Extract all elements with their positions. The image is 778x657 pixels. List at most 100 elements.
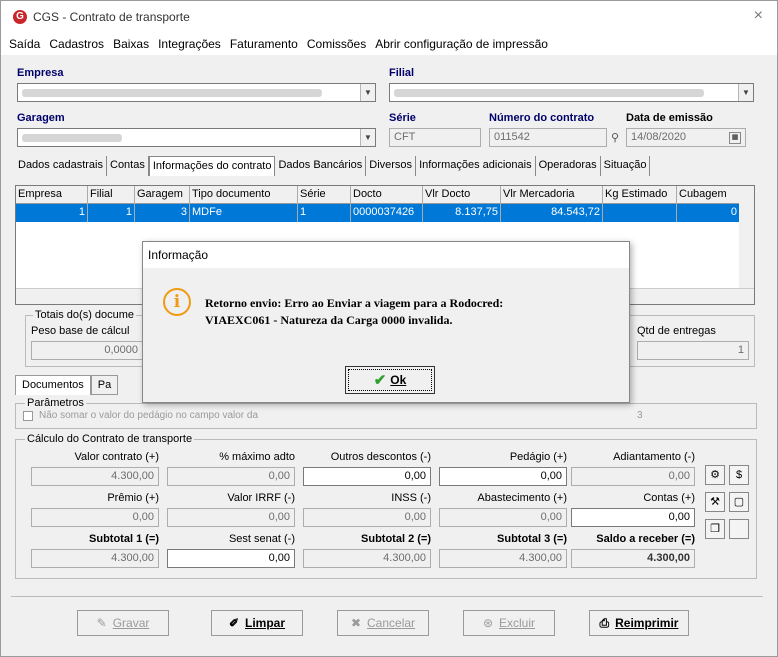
pedagio-field[interactable]: 0,00 — [439, 467, 567, 486]
reimprimir-button[interactable]: ⎙ Reimprimir — [589, 610, 689, 636]
main-window: G CGS - Contrato de transporte × Saída C… — [0, 0, 778, 657]
title-bar: G CGS - Contrato de transporte × — [1, 1, 777, 33]
tab-informacoes-contrato[interactable]: Informações do contrato — [148, 156, 276, 176]
chevron-down-icon[interactable]: ▼ — [738, 84, 753, 101]
menu-comissoes[interactable]: Comissões — [307, 37, 366, 51]
col-garagem[interactable]: Garagem — [135, 186, 190, 204]
vertical-scrollbar[interactable] — [739, 186, 754, 289]
tab-diversos[interactable]: Diversos — [366, 156, 417, 176]
cell-empresa: 1 — [16, 204, 88, 222]
empresa-select[interactable]: ▼ — [17, 83, 376, 102]
excluir-button[interactable]: ⊛ Excluir — [463, 610, 555, 636]
peso-base-label: Peso base de cálcul — [31, 325, 130, 337]
serie-field[interactable]: CFT — [389, 128, 481, 147]
outros-descontos-field[interactable]: 0,00 — [303, 467, 431, 486]
tab-contas[interactable]: Contas — [107, 156, 149, 176]
tab-documentos[interactable]: Documentos — [15, 375, 91, 395]
pedagio-label: Pedágio (+) — [509, 451, 567, 463]
tab-operadoras[interactable]: Operadoras — [536, 156, 601, 176]
calendar-icon[interactable]: ▦ — [729, 132, 741, 144]
tab-situacao[interactable]: Situação — [601, 156, 651, 176]
broom-icon: ✐ — [228, 616, 240, 630]
subtotal1-field[interactable]: 4.300,00 — [31, 549, 159, 568]
col-cubagem[interactable]: Cubagem — [677, 186, 740, 204]
col-filial[interactable]: Filial — [88, 186, 135, 204]
col-vlr-mercadoria[interactable]: Vlr Mercadoria — [501, 186, 603, 204]
tab-informacoes-adicionais[interactable]: Informações adicionais — [416, 156, 536, 176]
cell-vlr-mercadoria: 84.543,72 — [501, 204, 603, 222]
chevron-down-icon[interactable]: ▼ — [360, 129, 375, 146]
saldo-receber-field[interactable]: 4.300,00 — [571, 549, 695, 568]
tab-dados-bancarios[interactable]: Dados Bancários — [275, 156, 367, 176]
cell-tipo-documento: MDFe — [190, 204, 298, 222]
qtd-entregas-field[interactable]: 1 — [637, 341, 749, 360]
contas-field[interactable]: 0,00 — [571, 508, 695, 527]
menu-cadastros[interactable]: Cadastros — [49, 37, 104, 51]
cancelar-button[interactable]: ✖ Cancelar — [337, 610, 429, 636]
limpar-button[interactable]: ✐ Limpar — [211, 610, 303, 636]
copy-icon[interactable]: ❐ — [705, 519, 725, 539]
cell-filial: 1 — [88, 204, 135, 222]
maximo-adto-field[interactable]: 0,00 — [167, 467, 295, 486]
cell-docto: 0000037426 — [351, 204, 423, 222]
subtotal2-field[interactable]: 4.300,00 — [303, 549, 431, 568]
abastecimento-field[interactable]: 0,00 — [439, 508, 567, 527]
garagem-select[interactable]: ▼ — [17, 128, 376, 147]
tools-icon[interactable]: ⚒ — [705, 492, 725, 512]
subtotal1-label: Subtotal 1 (=) — [89, 533, 159, 545]
tab-dados-cadastrais[interactable]: Dados cadastrais — [15, 156, 107, 176]
calc-group-title: Cálculo do Contrato de transporte — [25, 433, 195, 445]
adiantamento-label: Adiantamento (-) — [613, 451, 695, 463]
ok-label: Ok — [390, 373, 407, 387]
pencil-icon: ✎ — [96, 616, 107, 630]
info-icon: i — [163, 288, 191, 316]
data-emissao-field[interactable]: 14/08/2020 — [626, 128, 746, 147]
numero-contrato-field[interactable]: 011542 — [489, 128, 607, 147]
adiantamento-field[interactable]: 0,00 — [571, 467, 695, 486]
limpar-label: Limpar — [245, 616, 286, 630]
cell-serie: 1 — [298, 204, 351, 222]
subtotal3-label: Subtotal 3 (=) — [497, 533, 567, 545]
chevron-down-icon[interactable]: ▼ — [360, 84, 375, 101]
sest-senat-field[interactable]: 0,00 — [167, 549, 295, 568]
premio-field[interactable]: 0,00 — [31, 508, 159, 527]
peso-base-field[interactable]: 0,0000 — [31, 341, 143, 360]
inss-field[interactable]: 0,00 — [303, 508, 431, 527]
data-emissao-label: Data de emissão — [626, 112, 713, 124]
blank-button[interactable] — [729, 519, 749, 539]
col-serie[interactable]: Série — [298, 186, 351, 204]
filial-select[interactable]: ▼ — [389, 83, 754, 102]
gravar-label: Gravar — [112, 616, 150, 630]
col-kg-estimado[interactable]: Kg Estimado — [603, 186, 677, 204]
col-tipo-documento[interactable]: Tipo documento — [190, 186, 298, 204]
gravar-button[interactable]: ✎ Gravar — [77, 610, 169, 636]
table-row[interactable]: 1 1 3 MDFe 1 0000037426 8.137,75 84.543,… — [16, 204, 740, 222]
menu-config-impressao[interactable]: Abrir configuração de impressão — [375, 37, 548, 51]
menu-integracoes[interactable]: Integrações — [158, 37, 221, 51]
valor-irrf-field[interactable]: 0,00 — [167, 508, 295, 527]
subtotal3-field[interactable]: 4.300,00 — [439, 549, 567, 568]
cost-icon[interactable]: $ — [729, 465, 749, 485]
bottom-tabs: Documentos Pa — [15, 375, 119, 395]
menu-faturamento[interactable]: Faturamento — [230, 37, 298, 51]
valor-contrato-field[interactable]: 4.300,00 — [31, 467, 159, 486]
delete-icon: ⊛ — [482, 616, 494, 630]
binoculars-icon[interactable]: ⚲ — [611, 131, 619, 144]
serie-label: Série — [389, 112, 416, 124]
dialog-title: Informação — [143, 242, 629, 268]
calculator-icon[interactable]: ⚙ — [705, 465, 725, 485]
main-tabs: Dados cadastrais Contas Informações do c… — [15, 156, 651, 176]
menu-baixas[interactable]: Baixas — [113, 37, 149, 51]
col-docto[interactable]: Docto — [351, 186, 423, 204]
subtotal2-label: Subtotal 2 (=) — [361, 533, 431, 545]
close-icon[interactable]: × — [754, 7, 763, 25]
col-empresa[interactable]: Empresa — [16, 186, 88, 204]
tab-pa[interactable]: Pa — [90, 375, 119, 395]
menu-saida[interactable]: Saída — [9, 37, 40, 51]
cell-kg-estimado — [603, 204, 677, 222]
window-icon[interactable]: ▢ — [729, 492, 749, 512]
params-checkbox[interactable] — [23, 411, 33, 421]
ok-button[interactable]: ✔ Ok — [345, 366, 435, 394]
inss-label: INSS (-) — [391, 492, 431, 504]
col-vlr-docto[interactable]: Vlr Docto — [423, 186, 501, 204]
